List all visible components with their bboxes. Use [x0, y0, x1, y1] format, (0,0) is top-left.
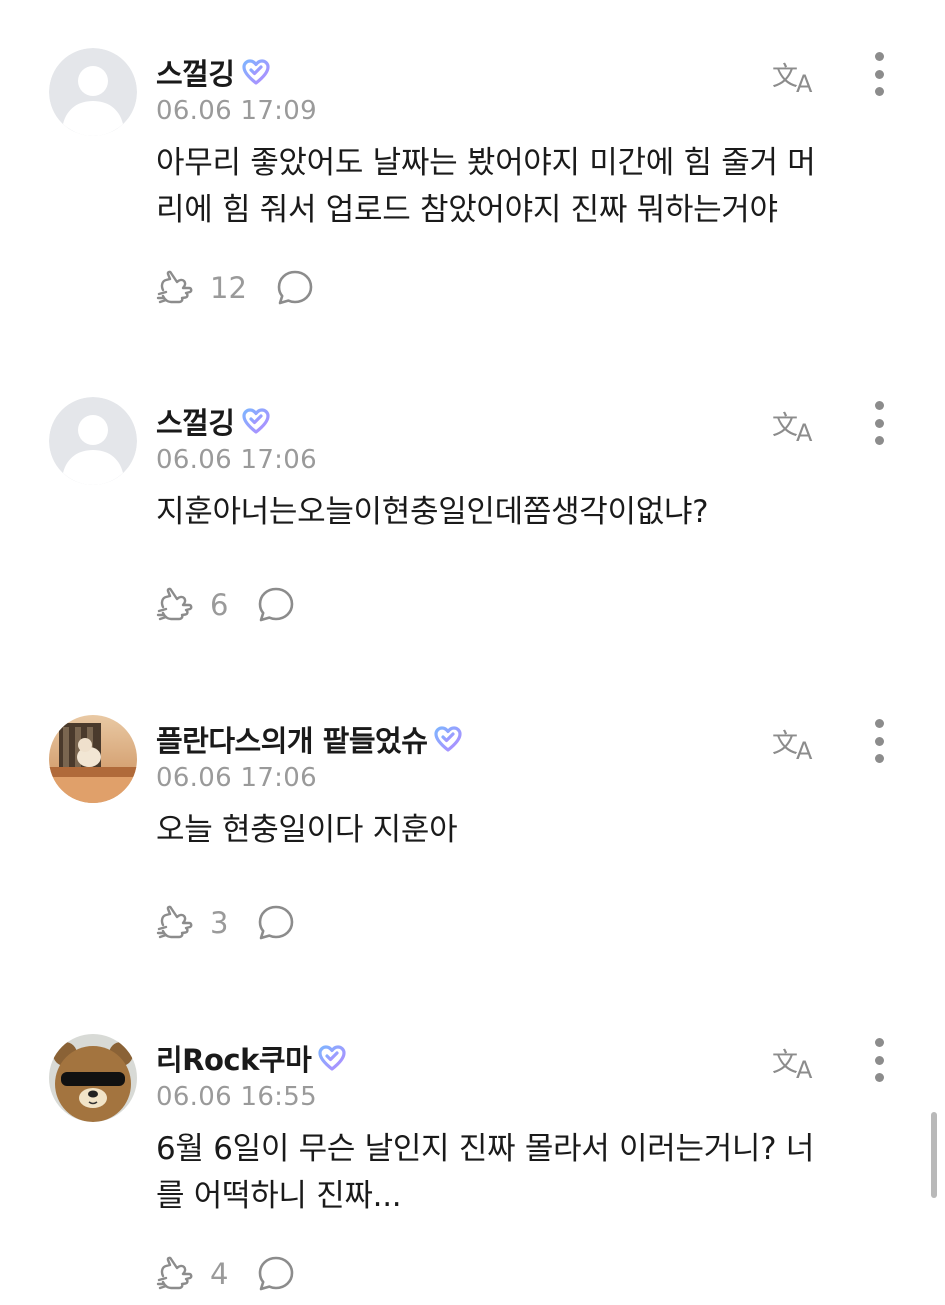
- like-button[interactable]: 12: [156, 268, 247, 308]
- bear-avatar[interactable]: [49, 1034, 137, 1122]
- author-nickname[interactable]: 리Rock쿠마: [156, 1037, 312, 1079]
- speech-bubble-icon[interactable]: [275, 268, 315, 308]
- default-avatar[interactable]: [49, 48, 137, 136]
- comment-feed: 스껄깅 06.06 17:09 아무리 좋았어도 날짜는 봤어야지 미간에 힘 …: [0, 0, 945, 1305]
- heart-hands-icon: [156, 268, 196, 308]
- comment-line: 6월 6일이 무슨 날인지 진짜 몰라서 이러는거니? 너: [156, 1131, 815, 1167]
- comment-line: 를 어떡하니 진짜...: [156, 1178, 402, 1214]
- comment-timestamp: 06.06 17:06: [156, 763, 317, 793]
- comment-line: 아무리 좋았어도 날짜는 봤어야지 미간에 힘 줄거 머: [156, 145, 816, 181]
- speech-bubble-icon[interactable]: [256, 903, 296, 943]
- author-nickname[interactable]: 플란다스의개 팥들었슈: [156, 718, 428, 760]
- scrollbar[interactable]: [931, 1112, 937, 1198]
- author-row: 스껄깅: [156, 401, 271, 441]
- author-row: 리Rock쿠마: [156, 1038, 347, 1078]
- like-count: 3: [210, 906, 229, 940]
- heart-hands-icon: [156, 585, 196, 625]
- heart-hands-icon: [156, 1254, 196, 1294]
- comment-actions: 6: [156, 585, 296, 625]
- comment-line: 지훈아너는오늘이현충일인데쫌생각이없냐?: [156, 494, 709, 530]
- author-nickname[interactable]: 스껄깅: [156, 51, 235, 93]
- more-vertical-icon: [874, 719, 884, 728]
- comment-timestamp: 06.06 17:06: [156, 445, 317, 475]
- like-count: 4: [210, 1257, 229, 1291]
- author-nickname[interactable]: 스껄깅: [156, 400, 235, 442]
- author-row: 스껄깅: [156, 52, 271, 92]
- comment-timestamp: 06.06 17:09: [156, 96, 317, 126]
- verified-heart-badge-icon: [317, 1043, 347, 1073]
- translate-icon[interactable]: [772, 56, 824, 96]
- comment-actions: 3: [156, 903, 296, 943]
- comment-body: 오늘 현충일이다 지훈아: [156, 807, 896, 854]
- translate-icon[interactable]: [772, 723, 824, 763]
- more-vertical-icon: [874, 401, 884, 410]
- more-options-button[interactable]: [866, 719, 892, 763]
- comment-timestamp: 06.06 16:55: [156, 1082, 317, 1112]
- author-row: 플란다스의개 팥들었슈: [156, 719, 463, 759]
- comment-actions: 12: [156, 268, 315, 308]
- more-options-button[interactable]: [866, 52, 892, 96]
- comment-body: 6월 6일이 무슨 날인지 진짜 몰라서 이러는거니? 너 를 어떡하니 진짜.…: [156, 1126, 896, 1220]
- verified-heart-badge-icon: [433, 724, 463, 754]
- like-button[interactable]: 4: [156, 1254, 228, 1294]
- comment-actions: 4: [156, 1254, 296, 1294]
- dog-photo-avatar[interactable]: [49, 715, 137, 803]
- comment-body: 아무리 좋았어도 날짜는 봤어야지 미간에 힘 줄거 머 리에 힘 줘서 업로드…: [156, 140, 896, 234]
- translate-icon[interactable]: [772, 1042, 824, 1082]
- more-vertical-icon: [874, 1038, 884, 1047]
- comment-line: 오늘 현충일이다 지훈아: [156, 812, 458, 848]
- verified-heart-badge-icon: [241, 57, 271, 87]
- more-vertical-icon: [874, 52, 884, 61]
- more-options-button[interactable]: [866, 401, 892, 445]
- more-options-button[interactable]: [866, 1038, 892, 1082]
- verified-heart-badge-icon: [241, 406, 271, 436]
- comment-body: 지훈아너는오늘이현충일인데쫌생각이없냐?: [156, 489, 896, 536]
- like-button[interactable]: 6: [156, 585, 228, 625]
- speech-bubble-icon[interactable]: [256, 585, 296, 625]
- like-count: 12: [210, 271, 247, 305]
- comment-line: 리에 힘 줘서 업로드 참았어야지 진짜 뭐하는거야: [156, 192, 778, 228]
- speech-bubble-icon[interactable]: [256, 1254, 296, 1294]
- heart-hands-icon: [156, 903, 196, 943]
- like-button[interactable]: 3: [156, 903, 228, 943]
- default-avatar[interactable]: [49, 397, 137, 485]
- translate-icon[interactable]: [772, 405, 824, 445]
- like-count: 6: [210, 588, 229, 622]
